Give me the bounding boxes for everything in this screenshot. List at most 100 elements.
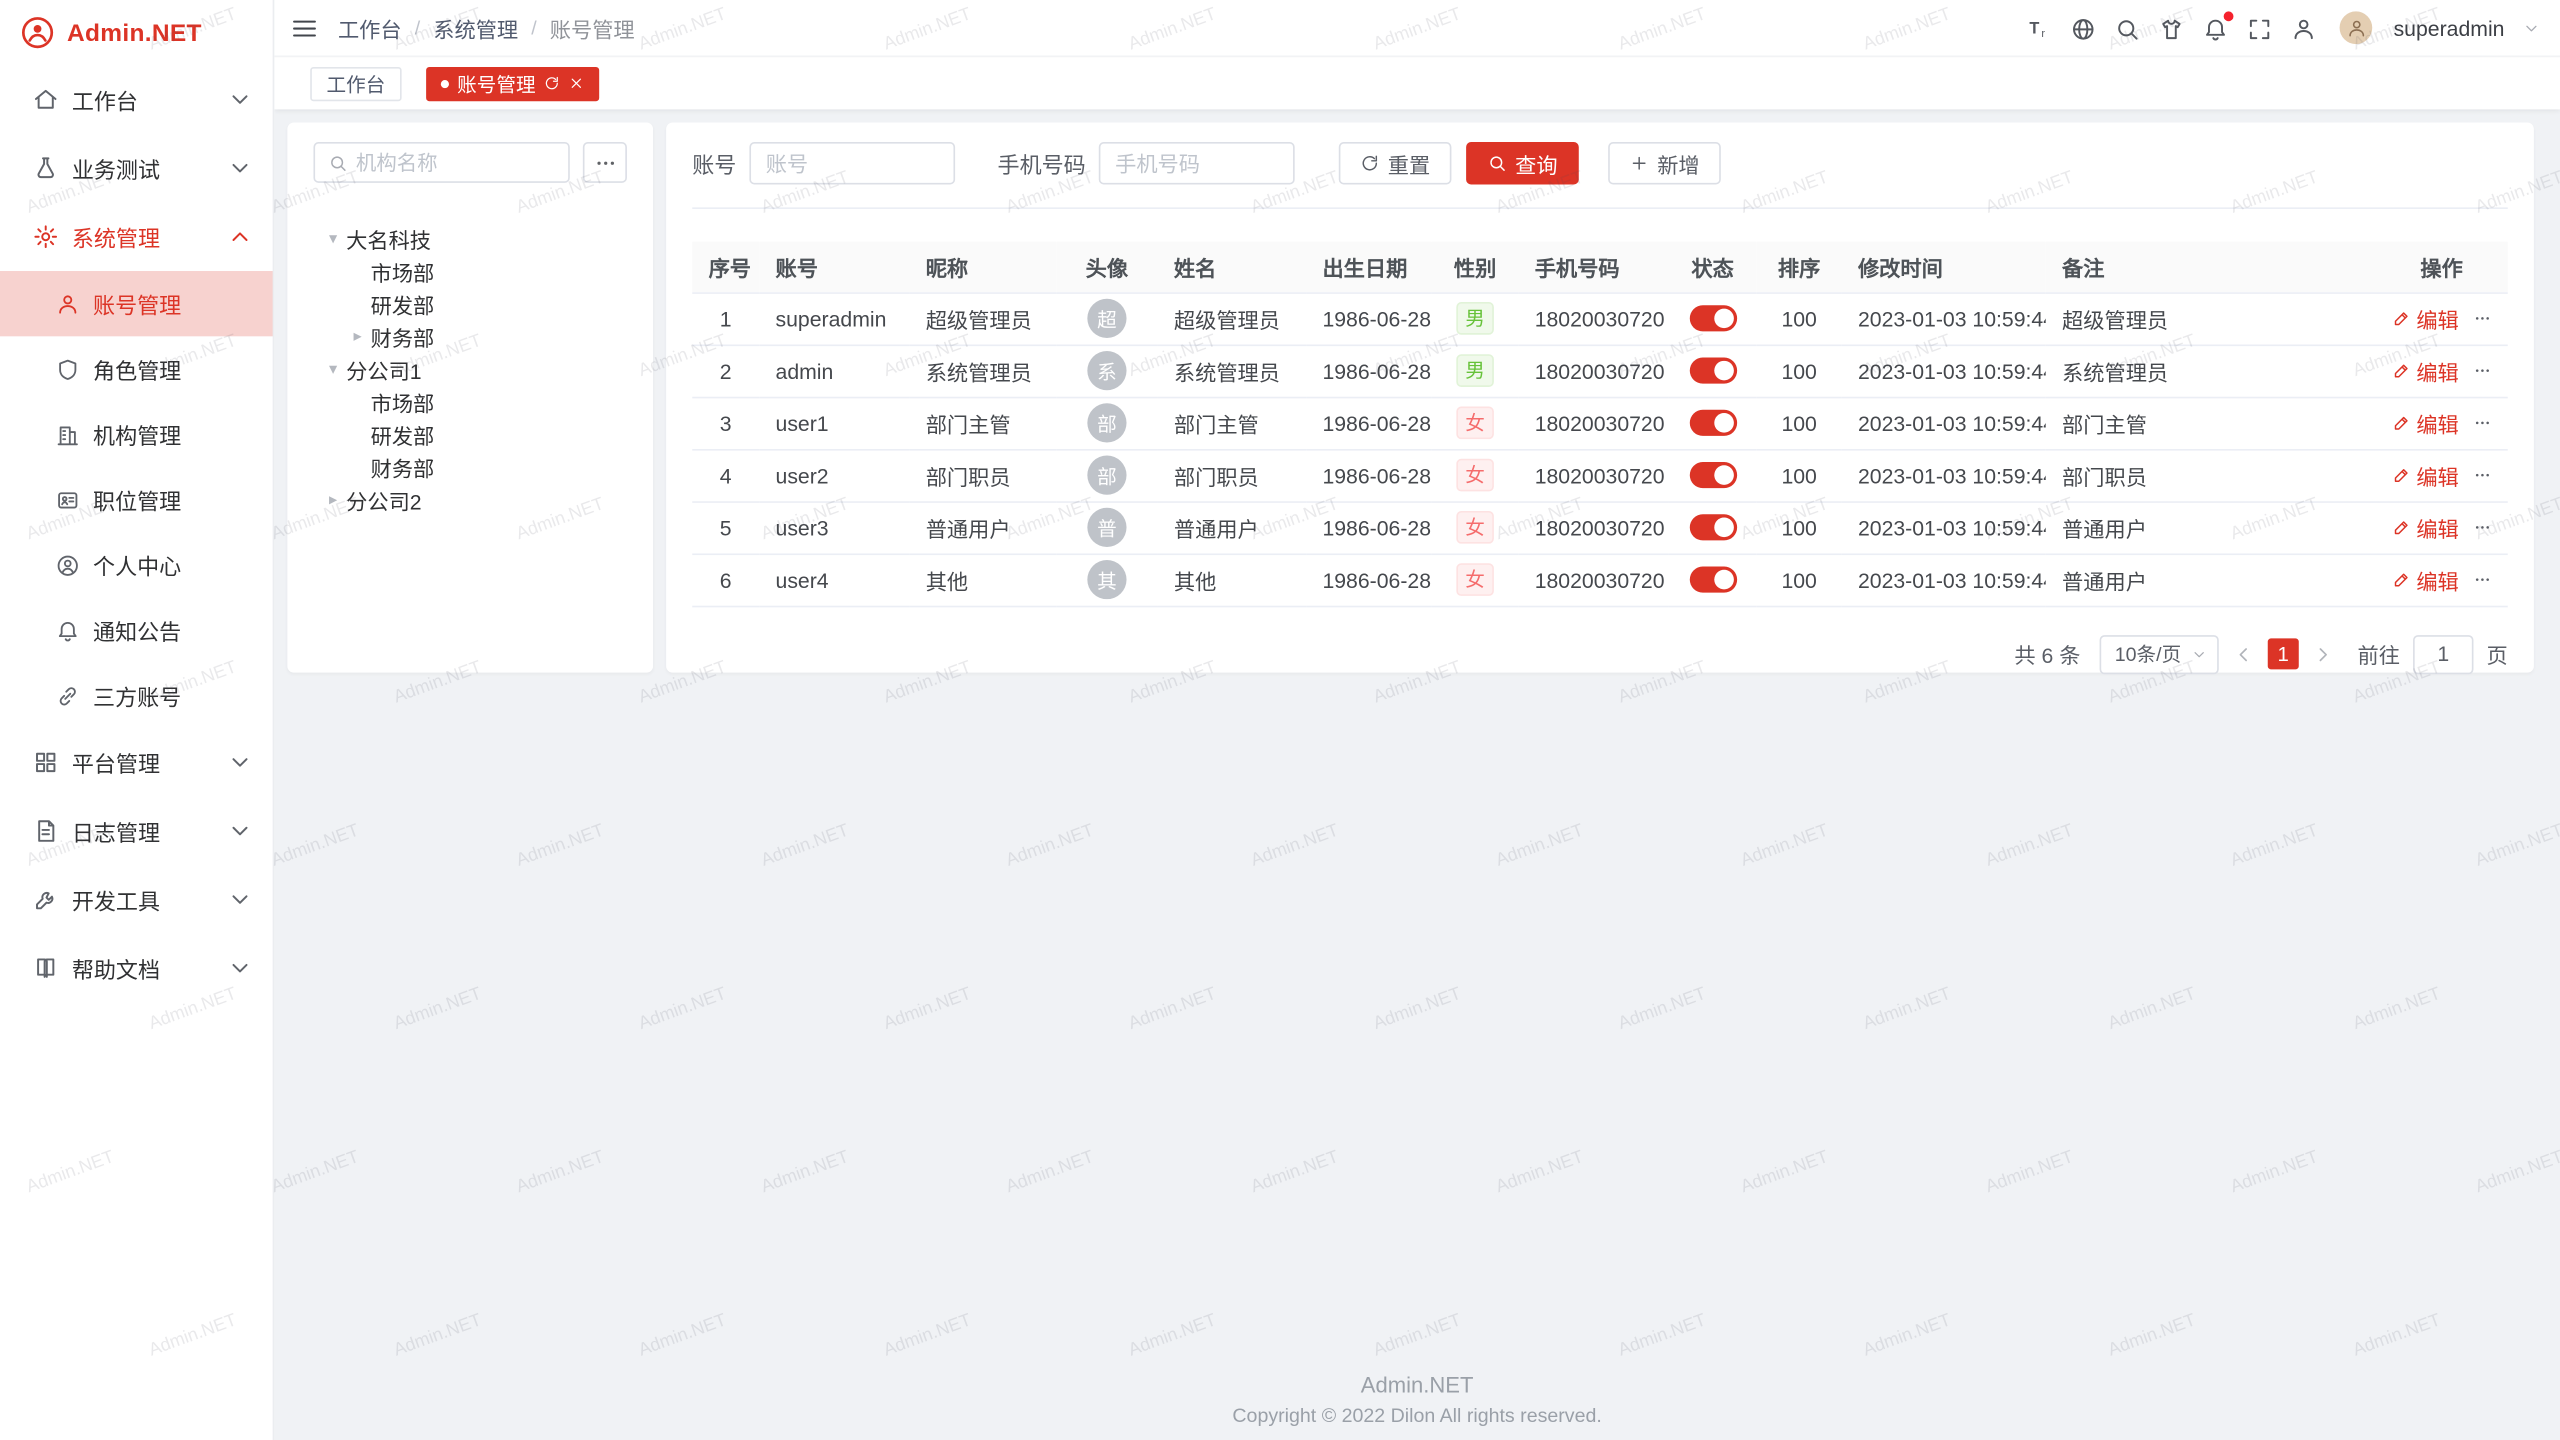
cell-sort: 100: [1757, 344, 1842, 396]
user-icon[interactable]: [2291, 15, 2317, 41]
status-toggle[interactable]: [1689, 515, 1736, 541]
sidebar-item-personal-center[interactable]: 个人中心: [0, 532, 273, 597]
edit-button[interactable]: 编辑: [2392, 407, 2459, 438]
sidebar-item-dev-tools[interactable]: 开发工具: [0, 865, 273, 934]
tree-node[interactable]: ▾大名科技: [313, 222, 626, 255]
sidebar-item-notice[interactable]: 通知公告: [0, 598, 273, 663]
sidebar-item-label: 日志管理: [72, 815, 214, 848]
sidebar-item-role-management[interactable]: 角色管理: [0, 336, 273, 401]
sidebar-item-position-management[interactable]: 职位管理: [0, 467, 273, 532]
sidebar-item-help-docs[interactable]: 帮助文档: [0, 934, 273, 1003]
cell-gender: 女: [1432, 449, 1519, 501]
bell-icon[interactable]: [2203, 15, 2229, 41]
edit-button[interactable]: 编辑: [2392, 460, 2459, 491]
edit-icon: [2392, 465, 2412, 485]
edit-button[interactable]: 编辑: [2392, 303, 2459, 334]
search-button[interactable]: 查询: [1466, 142, 1579, 184]
status-toggle[interactable]: [1689, 410, 1736, 436]
cell-nickname: 超级管理员: [909, 292, 1056, 344]
goto-page-input[interactable]: [2413, 634, 2473, 673]
sidebar-item-business-test[interactable]: 业务测试: [0, 134, 273, 203]
row-more-icon[interactable]: [2473, 462, 2491, 488]
tab-account-management[interactable]: 账号管理: [426, 66, 599, 100]
sidebar-item-log-management[interactable]: 日志管理: [0, 797, 273, 866]
edit-button[interactable]: 编辑: [2392, 355, 2459, 386]
tree-node[interactable]: 市场部: [313, 255, 626, 288]
caret-expanded-icon[interactable]: ▾: [323, 360, 343, 378]
breadcrumb-item[interactable]: 系统管理: [433, 12, 518, 43]
org-search-input[interactable]: [356, 151, 555, 174]
reset-button[interactable]: 重置: [1339, 142, 1452, 184]
status-toggle[interactable]: [1689, 306, 1736, 332]
sidebar-item-label: 业务测试: [72, 152, 214, 185]
search-icon[interactable]: [2114, 15, 2140, 41]
tree-node-label: 研发部: [371, 288, 435, 319]
username[interactable]: superadmin: [2394, 16, 2505, 40]
theme-icon[interactable]: [2158, 15, 2184, 41]
row-more-icon[interactable]: [2473, 358, 2491, 384]
sidebar-item-third-party-account[interactable]: 三方账号: [0, 663, 273, 728]
chevron-down-icon: [227, 87, 253, 113]
tree-more-button[interactable]: [583, 142, 627, 183]
tree-node[interactable]: 研发部: [313, 287, 626, 320]
status-toggle[interactable]: [1689, 358, 1736, 384]
row-more-icon[interactable]: [2473, 410, 2491, 436]
footer-title: Admin.NET: [274, 1373, 2560, 1397]
language-icon[interactable]: [2070, 15, 2096, 41]
tree-node[interactable]: 市场部: [313, 385, 626, 418]
caret-expanded-icon[interactable]: ▾: [323, 229, 343, 247]
cell-actions: 编辑: [2376, 501, 2508, 553]
sidebar-item-account-management[interactable]: 账号管理: [0, 271, 273, 336]
logo-icon: [20, 15, 56, 51]
page-size-select[interactable]: 10条/页: [2100, 634, 2219, 673]
status-toggle[interactable]: [1689, 462, 1736, 488]
tree-node[interactable]: ▾分公司1: [313, 353, 626, 386]
refresh-icon[interactable]: [544, 75, 560, 91]
logo-text: Admin.NET: [67, 19, 202, 47]
cell-name: 部门主管: [1158, 397, 1307, 449]
edit-button[interactable]: 编辑: [2392, 512, 2459, 543]
shield-icon: [56, 357, 80, 381]
next-page-icon[interactable]: [2312, 642, 2335, 665]
sidebar-item-org-management[interactable]: 机构管理: [0, 402, 273, 467]
sidebar-item-workbench[interactable]: 工作台: [0, 65, 273, 134]
chevron-down-icon: [227, 749, 253, 775]
caret-collapsed-icon[interactable]: ▸: [348, 327, 368, 345]
row-more-icon[interactable]: [2473, 305, 2491, 331]
sidebar-item-platform-management[interactable]: 平台管理: [0, 728, 273, 797]
font-size-icon[interactable]: [2026, 15, 2052, 41]
page-number-active[interactable]: 1: [2268, 638, 2299, 669]
cell-nickname: 系统管理员: [909, 344, 1056, 396]
tree-node[interactable]: 研发部: [313, 418, 626, 451]
tab-workbench[interactable]: 工作台: [310, 66, 401, 100]
edit-button[interactable]: 编辑: [2392, 564, 2459, 595]
chevron-down-icon: [227, 887, 253, 913]
row-more-icon[interactable]: [2473, 514, 2491, 540]
menu-collapse-icon[interactable]: [291, 14, 319, 42]
status-toggle[interactable]: [1689, 567, 1736, 593]
caret-collapsed-icon[interactable]: ▸: [323, 491, 343, 509]
cell-modified: 2023-01-03 10:59:44: [1842, 292, 2046, 344]
cell-avatar: 系: [1056, 344, 1157, 396]
tree-node[interactable]: ▸财务部: [313, 320, 626, 353]
cell-account: user3: [759, 501, 909, 553]
phone-input[interactable]: [1099, 142, 1295, 184]
tree-node[interactable]: ▸分公司2: [313, 483, 626, 516]
column-header: 出生日期: [1306, 242, 1432, 293]
row-more-icon[interactable]: [2473, 567, 2491, 593]
add-button[interactable]: 新增: [1608, 142, 1721, 184]
account-input[interactable]: [749, 142, 955, 184]
breadcrumb-item[interactable]: 工作台: [338, 12, 402, 43]
tree-node[interactable]: 财务部: [313, 451, 626, 484]
gender-tag: 女: [1457, 406, 1493, 439]
cell-phone: 18020030720: [1518, 449, 1668, 501]
fullscreen-icon[interactable]: [2247, 15, 2273, 41]
prev-page-icon[interactable]: [2232, 642, 2255, 665]
tree-node-label: 市场部: [371, 386, 435, 417]
close-icon[interactable]: [568, 75, 584, 91]
table-row: 5 user3 普通用户 普 普通用户 1986-06-28 女 1802003…: [692, 501, 2508, 553]
sidebar-item-system-management[interactable]: 系统管理: [0, 202, 273, 271]
chevron-down-icon[interactable]: [2522, 19, 2540, 37]
tab-label: 账号管理: [457, 69, 535, 97]
avatar[interactable]: [2340, 11, 2373, 44]
